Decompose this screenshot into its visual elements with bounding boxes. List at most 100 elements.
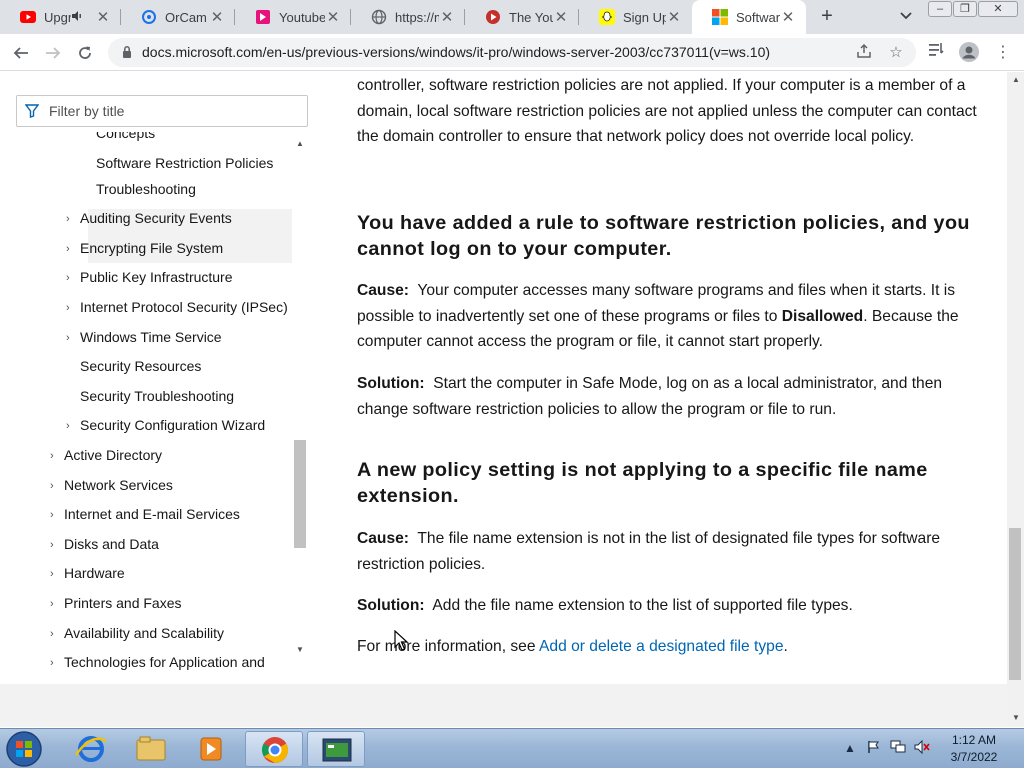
show-hidden-icons-icon[interactable]: ▲ xyxy=(842,740,858,756)
toc-item-troubleshooting[interactable]: Troubleshooting xyxy=(96,181,196,197)
solution-paragraph-2: Solution: Add the file name extension to… xyxy=(357,597,853,614)
file-explorer-taskbar-button[interactable] xyxy=(122,731,180,767)
toc-item-security-configuration-wizard[interactable]: › Security Configuration Wizard xyxy=(66,417,265,433)
speaker-muted-icon[interactable] xyxy=(71,10,85,25)
chevron-right-icon[interactable]: › xyxy=(50,598,60,610)
toc-item-concepts[interactable]: Concepts xyxy=(96,132,155,141)
youtube-red-icon xyxy=(485,9,501,25)
lock-icon[interactable] xyxy=(122,45,132,59)
page-scroll-up-icon[interactable]: ▲ xyxy=(1009,74,1023,86)
tab-search-icon[interactable] xyxy=(896,6,916,26)
system-clock[interactable]: 1:12 AM 3/7/2022 xyxy=(934,732,1014,766)
toc-item-internet-email-services[interactable]: › Internet and E-mail Services xyxy=(50,506,240,522)
close-window-button[interactable]: ✕ xyxy=(978,1,1018,17)
close-tab-icon[interactable]: ✕ xyxy=(325,8,341,26)
chevron-right-icon[interactable]: › xyxy=(50,628,60,640)
forward-button[interactable] xyxy=(40,40,66,66)
chevron-right-icon[interactable]: › xyxy=(66,332,76,344)
app-window-taskbar-button[interactable] xyxy=(307,731,365,767)
toc-item-security-resources[interactable]: Security Resources xyxy=(80,358,201,374)
toc-item-active-directory[interactable]: › Active Directory xyxy=(50,447,162,463)
mouse-cursor-icon xyxy=(394,630,408,651)
toc-item-technologies[interactable]: › Technologies for Application and xyxy=(50,654,265,670)
chevron-right-icon[interactable]: › xyxy=(66,302,76,314)
internet-explorer-taskbar-button[interactable] xyxy=(62,731,120,767)
volume-muted-icon[interactable] xyxy=(914,739,930,756)
filter-icon xyxy=(25,104,39,118)
back-button[interactable] xyxy=(8,40,34,66)
intro-paragraph: controller, software restriction policie… xyxy=(357,77,977,146)
reading-list-icon[interactable] xyxy=(926,42,948,64)
tab-https[interactable]: https://m ✕ xyxy=(351,0,465,34)
menu-kebab-icon[interactable]: ⋮ xyxy=(992,42,1014,64)
filter-box[interactable] xyxy=(16,95,308,127)
close-tab-icon[interactable]: ✕ xyxy=(439,8,455,26)
tab-software[interactable]: Software ✕ xyxy=(692,0,806,34)
bookmark-star-icon[interactable]: ☆ xyxy=(886,43,906,63)
chevron-right-icon[interactable]: › xyxy=(50,509,60,521)
restore-button[interactable]: ❐ xyxy=(953,1,977,17)
close-tab-icon[interactable]: ✕ xyxy=(666,8,682,26)
tab-sign-up[interactable]: Sign Up ✕ xyxy=(579,0,692,34)
microsoft-icon xyxy=(712,9,728,25)
chevron-right-icon[interactable]: › xyxy=(50,450,60,462)
toc-scrollbar-thumb[interactable] xyxy=(294,440,306,548)
scroll-down-arrow-icon[interactable]: ▼ xyxy=(293,644,307,656)
toc-item-printers-and-faxes[interactable]: › Printers and Faxes xyxy=(50,595,182,611)
chevron-right-icon[interactable]: › xyxy=(50,568,60,580)
chevron-right-icon[interactable]: › xyxy=(50,657,60,669)
toc-item-auditing-security-events[interactable]: › Auditing Security Events xyxy=(66,210,232,226)
orcam-icon xyxy=(141,9,157,25)
chevron-right-icon[interactable]: › xyxy=(66,272,76,284)
solution-paragraph-1: Solution: Start the computer in Safe Mod… xyxy=(357,375,943,418)
chevron-right-icon[interactable]: › xyxy=(66,213,76,225)
close-tab-icon[interactable]: ✕ xyxy=(95,8,111,26)
windows-taskbar: ▲ 1:12 AM 3/7/2022 xyxy=(0,728,1024,768)
new-tab-button[interactable]: + xyxy=(816,5,838,27)
globe-icon xyxy=(371,9,387,25)
reload-button[interactable] xyxy=(72,40,98,66)
close-tab-icon[interactable]: ✕ xyxy=(553,8,569,26)
tab-upgr[interactable]: Upgr ✕ xyxy=(0,0,121,34)
toc-item-security-troubleshooting[interactable]: Security Troubleshooting xyxy=(80,388,234,404)
toc-item-software-restriction-policies[interactable]: Software Restriction Policies xyxy=(96,155,273,171)
toc-item-ipsec[interactable]: › Internet Protocol Security (IPSec) xyxy=(66,299,288,315)
toc-item-hardware[interactable]: › Hardware xyxy=(50,565,125,581)
chevron-right-icon[interactable]: › xyxy=(50,480,60,492)
chevron-right-icon[interactable]: › xyxy=(50,539,60,551)
chrome-taskbar-button[interactable] xyxy=(245,731,303,767)
page-scrollbar-thumb[interactable] xyxy=(1009,528,1021,680)
section-heading-policy-not-applying: A new policy setting is not applying to … xyxy=(357,459,928,507)
designated-file-type-link[interactable]: Add or delete a designated file type xyxy=(539,638,783,655)
close-tab-icon[interactable]: ✕ xyxy=(780,8,796,26)
clock-time: 1:12 AM xyxy=(951,733,997,747)
chevron-right-icon[interactable]: › xyxy=(66,420,76,432)
profile-avatar-icon[interactable] xyxy=(958,42,980,64)
chevron-right-icon[interactable]: › xyxy=(66,243,76,255)
scroll-up-arrow-icon[interactable]: ▲ xyxy=(293,138,307,150)
toc-item-public-key-infrastructure[interactable]: › Public Key Infrastructure xyxy=(66,269,233,285)
tab-orcam[interactable]: OrCam R ✕ xyxy=(121,0,235,34)
tab-the-youtube[interactable]: The YouT ✕ xyxy=(465,0,579,34)
url-text[interactable]: docs.microsoft.com/en-us/previous-versio… xyxy=(142,44,770,60)
page-scrollbar[interactable]: ▲ ▼ xyxy=(1007,72,1024,727)
page-scroll-down-icon[interactable]: ▼ xyxy=(1009,712,1023,724)
toc-item-network-services[interactable]: › Network Services xyxy=(50,477,173,493)
address-bar[interactable]: docs.microsoft.com/en-us/previous-versio… xyxy=(108,38,916,67)
tab-youtube[interactable]: Youtube ✕ xyxy=(235,0,351,34)
toc-item-encrypting-file-system[interactable]: › Encrypting File System xyxy=(66,240,223,256)
media-player-taskbar-button[interactable] xyxy=(182,731,240,767)
close-tab-icon[interactable]: ✕ xyxy=(209,8,225,26)
cause-paragraph-2: Cause: The file name extension is not in… xyxy=(357,530,941,573)
toc-scrollbar[interactable]: ▲ ▼ xyxy=(293,134,307,658)
start-button[interactable] xyxy=(4,730,44,768)
action-center-flag-icon[interactable] xyxy=(866,740,882,756)
toc-item-disks-and-data[interactable]: › Disks and Data xyxy=(50,536,159,552)
network-icon[interactable] xyxy=(890,740,906,756)
toc-item-windows-time-service[interactable]: › Windows Time Service xyxy=(66,329,222,345)
toc-list: Concepts Software Restriction Policies T… xyxy=(0,132,292,728)
filter-input[interactable] xyxy=(49,101,299,121)
toc-item-availability-scalability[interactable]: › Availability and Scalability xyxy=(50,625,224,641)
minimize-button[interactable]: – xyxy=(928,1,952,17)
share-icon[interactable] xyxy=(854,43,874,63)
